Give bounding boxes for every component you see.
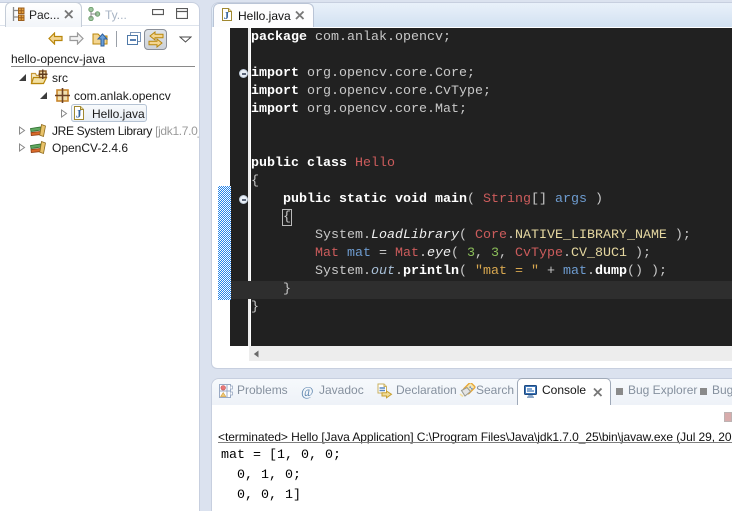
svg-text:J: J (224, 11, 229, 21)
svg-text:J: J (76, 109, 82, 121)
